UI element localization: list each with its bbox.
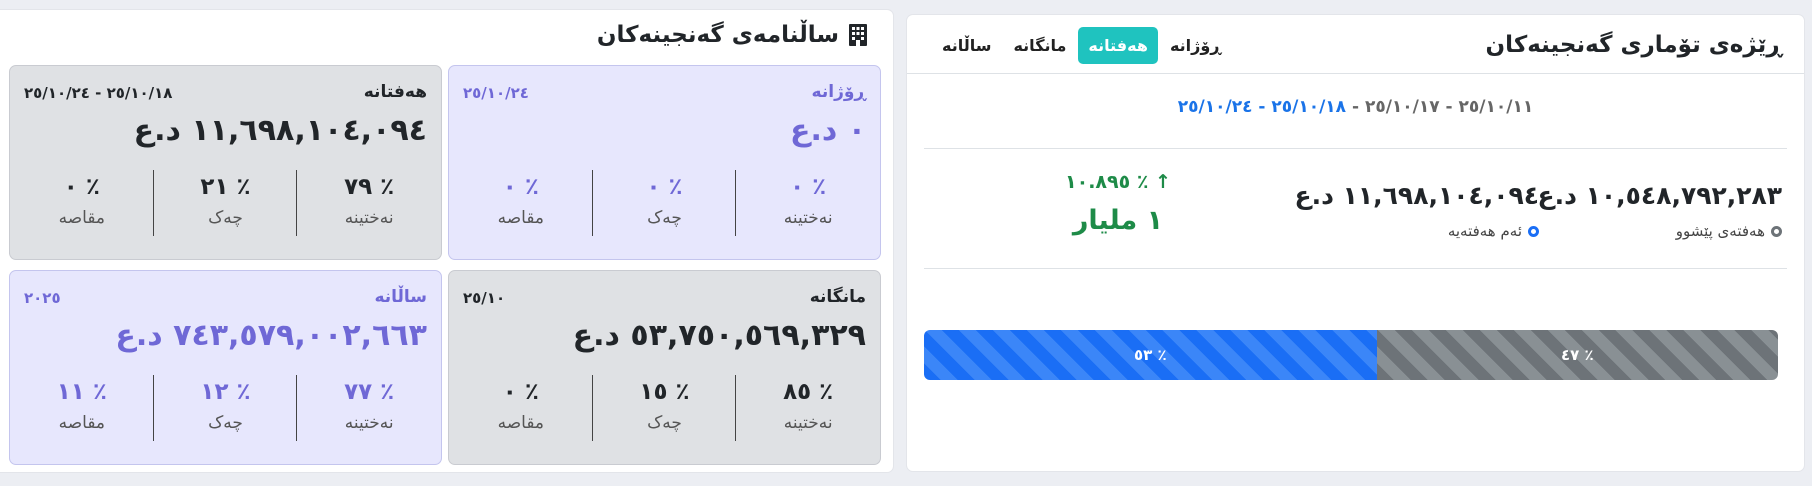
current-label: ئەم هەفتەیە bbox=[1447, 222, 1522, 240]
card-amount: ٧٤٣,٥٧٩,٠٠٢,٦٦٣ د.ع bbox=[115, 318, 427, 353]
card-label: ڕۆژانە bbox=[811, 82, 866, 102]
date-range: ٢٥/١٠/١١ - ٢٥/١٠/١٧ - ٢٥/١٠/١٨ - ٢٥/١٠/٢… bbox=[907, 97, 1804, 117]
stat-label: مقاصە bbox=[58, 208, 106, 228]
card-amount: ٥٣,٧٥٠,٥٦٩,٣٢٩ د.ع bbox=[572, 318, 866, 353]
tab-daily[interactable]: ڕۆژانە bbox=[1160, 27, 1231, 64]
stat-cheque: ٪ ١٢ چەک bbox=[154, 375, 298, 445]
card-date: ٢٥/١٠ bbox=[463, 289, 506, 307]
card-label: هەفتانە bbox=[363, 82, 427, 102]
stat-cash: ٪ ٧٧ نەختینە bbox=[297, 375, 441, 445]
current-legend-dot bbox=[1528, 225, 1539, 237]
stat-clearing: ٪ ٠ مقاصە bbox=[449, 170, 593, 240]
stat-cheque: ٪ ٠ چەک bbox=[593, 170, 737, 240]
stat-label: چەک bbox=[208, 413, 243, 433]
divider bbox=[907, 73, 1804, 74]
divider bbox=[924, 268, 1787, 269]
card-date: ٢٥/١٠/٢٤ bbox=[463, 84, 529, 102]
change-percent: ٪ ١٠.٨٩٥ bbox=[1065, 171, 1149, 193]
card-date: ٢٠٢٥ bbox=[24, 289, 61, 307]
stat-clearing: ٪ ٠ مقاصە bbox=[449, 375, 593, 445]
comparison-title: ڕێژەی تۆماری گەنجینەکان bbox=[1485, 32, 1782, 58]
stat-label: مقاصە bbox=[497, 208, 545, 228]
stat-value: ٪ ١٥ bbox=[639, 379, 690, 405]
current-week-metric: ١١,٦٩٨,١٠٤,٠٩٤ د.ع ئەم هەفتەیە bbox=[1295, 181, 1539, 240]
ratio-progress-bar: ٪ ٥٣ ٪ ٤٧ bbox=[924, 330, 1778, 380]
previous-ratio-segment: ٪ ٤٧ bbox=[1376, 330, 1778, 380]
card-amount: ٠ د.ع bbox=[789, 113, 866, 148]
treasury-comparison-panel: ڕێژەی تۆماری گەنجینەکان ڕۆژانە هەفتانە م… bbox=[907, 15, 1804, 471]
stat-value: ٪ ٠ bbox=[63, 174, 100, 200]
stat-label: نەختینە bbox=[783, 413, 833, 433]
annual-title-text: ساڵنامەی گەنجینەکان bbox=[596, 22, 839, 48]
stat-cheque: ٪ ٢١ چەک bbox=[154, 170, 298, 240]
arrow-up-icon: ↑ bbox=[1155, 171, 1171, 193]
current-ratio-segment: ٪ ٥٣ bbox=[924, 330, 1377, 380]
tab-monthly[interactable]: مانگانە bbox=[1003, 27, 1076, 64]
previous-week-metric: ١٠,٥٤٨,٧٩٢,٢٨٣ د.ع هەفتەی پێشوو bbox=[1538, 181, 1782, 240]
stat-value: ٪ ٨٥ bbox=[783, 379, 834, 405]
tab-weekly[interactable]: هەفتانە bbox=[1078, 27, 1158, 64]
stat-label: نەختینە bbox=[344, 413, 394, 433]
range-previous: ٢٥/١٠/١١ - ٢٥/١٠/١٧ bbox=[1364, 97, 1534, 117]
card-monthly: مانگانە ٢٥/١٠ ٥٣,٧٥٠,٥٦٩,٣٢٩ د.ع ٪ ٨٥ نەخ… bbox=[448, 270, 881, 465]
stat-cheque: ٪ ١٥ چەک bbox=[593, 375, 737, 445]
stat-cash: ٪ ٨٥ نەختینە bbox=[736, 375, 880, 445]
previous-ratio-label: ٪ ٤٧ bbox=[1560, 346, 1594, 364]
stat-clearing: ٪ ٠ مقاصە bbox=[10, 170, 154, 240]
card-label: ساڵانە bbox=[374, 287, 427, 307]
stat-cash: ٪ ٧٩ نەختینە bbox=[297, 170, 441, 240]
building-icon bbox=[849, 24, 867, 46]
previous-amount: ١٠,٥٤٨,٧٩٢,٢٨٣ د.ع bbox=[1537, 181, 1782, 210]
stat-label: مقاصە bbox=[58, 413, 106, 433]
stat-value: ٪ ١٢ bbox=[200, 379, 251, 405]
divider bbox=[924, 148, 1787, 149]
change-indicator: ↑ ٪ ١٠.٨٩٥ ١ مليار bbox=[1065, 171, 1171, 236]
stat-value: ٪ ٠ bbox=[646, 174, 683, 200]
current-ratio-label: ٪ ٥٣ bbox=[1133, 346, 1167, 364]
range-separator: - bbox=[1346, 97, 1365, 117]
card-daily: ڕۆژانە ٢٥/١٠/٢٤ ٠ د.ع ٪ ٠ نەختینە ٪ ٠ چەک … bbox=[448, 65, 881, 260]
stat-value: ٪ ٧٧ bbox=[344, 379, 395, 405]
stat-value: ٪ ٠ bbox=[502, 379, 539, 405]
stat-label: چەک bbox=[647, 208, 682, 228]
card-amount: ١١,٦٩٨,١٠٤,٠٩٤ د.ع bbox=[133, 113, 427, 148]
stat-value: ٪ ١١ bbox=[56, 379, 107, 405]
stat-label: چەک bbox=[208, 208, 243, 228]
stat-value: ٪ ٧٩ bbox=[344, 174, 395, 200]
previous-legend-dot bbox=[1771, 225, 1782, 237]
current-amount: ١١,٦٩٨,١٠٤,٠٩٤ د.ع bbox=[1294, 181, 1539, 210]
range-current: ٢٥/١٠/١٨ - ٢٥/١٠/٢٤ bbox=[1177, 97, 1347, 117]
stat-value: ٪ ٠ bbox=[502, 174, 539, 200]
card-weekly: هەفتانە ٢٥/١٠/١٨ - ٢٥/١٠/٢٤ ١١,٦٩٨,١٠٤,٠… bbox=[9, 65, 442, 260]
stat-value: ٪ ٢١ bbox=[200, 174, 251, 200]
stat-cash: ٪ ٠ نەختینە bbox=[736, 170, 880, 240]
stat-label: نەختینە bbox=[344, 208, 394, 228]
card-yearly: ساڵانە ٢٠٢٥ ٧٤٣,٥٧٩,٠٠٢,٦٦٣ د.ع ٪ ٧٧ نەخت… bbox=[9, 270, 442, 465]
annual-title: ساڵنامەی گەنجینەکان bbox=[597, 22, 869, 48]
change-amount: ١ مليار bbox=[1072, 205, 1164, 236]
stat-value: ٪ ٠ bbox=[790, 174, 827, 200]
stat-label: چەک bbox=[647, 413, 682, 433]
previous-label: هەفتەی پێشوو bbox=[1675, 222, 1765, 240]
period-tabs: ڕۆژانە هەفتانە مانگانە ساڵانە bbox=[932, 27, 1231, 64]
card-date: ٢٥/١٠/١٨ - ٢٥/١٠/٢٤ bbox=[24, 84, 173, 102]
annual-treasury-panel: ساڵنامەی گەنجینەکان ڕۆژانە ٢٥/١٠/٢٤ ٠ د.… bbox=[0, 10, 893, 472]
tab-yearly[interactable]: ساڵانە bbox=[932, 27, 1001, 64]
stat-clearing: ٪ ١١ مقاصە bbox=[10, 375, 154, 445]
stat-label: مقاصە bbox=[497, 413, 545, 433]
card-label: مانگانە bbox=[809, 287, 866, 307]
stat-label: نەختینە bbox=[783, 208, 833, 228]
